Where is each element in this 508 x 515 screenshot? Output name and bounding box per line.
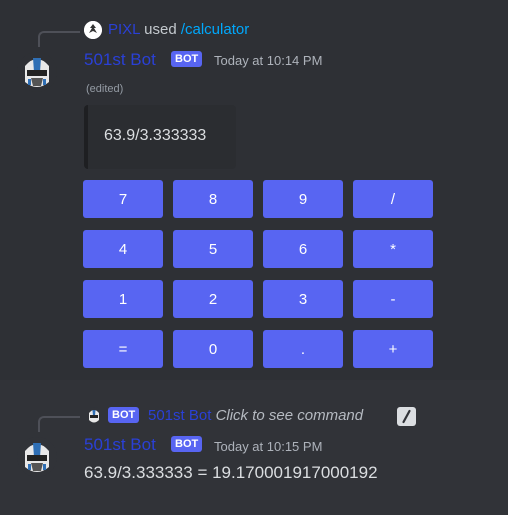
key-multiply-button[interactable]: *: [353, 230, 433, 268]
key-equals-button[interactable]: =: [83, 330, 163, 368]
referenced-user-avatar[interactable]: [84, 21, 102, 39]
referenced-bot-avatar[interactable]: [85, 407, 103, 425]
key-decimal-button[interactable]: .: [263, 330, 343, 368]
calculator-embed: 63.9/3.333333: [84, 105, 236, 169]
key-8-button[interactable]: 8: [173, 180, 253, 218]
referenced-username[interactable]: PIXL: [108, 21, 140, 38]
referenced-bot-username[interactable]: 501st Bot: [148, 407, 211, 424]
bot-username[interactable]: 501st Bot: [84, 434, 156, 456]
slash-command-icon[interactable]: [397, 407, 416, 426]
key-1-button[interactable]: 1: [83, 280, 163, 318]
key-add-button[interactable]: +: [353, 330, 433, 368]
bot-avatar[interactable]: [17, 437, 57, 477]
reply-connector: [38, 31, 80, 47]
bot-badge: BOT: [171, 51, 203, 67]
key-7-button[interactable]: 7: [83, 180, 163, 218]
calculator-display: 63.9/3.333333: [104, 127, 207, 144]
key-2-button[interactable]: 2: [173, 280, 253, 318]
command-reference[interactable]: PIXL used /calculator: [108, 20, 249, 40]
interaction-reference[interactable]: 501st Bot Click to see command: [148, 406, 363, 426]
result-text: 63.9/3.333333 = 19.170001917000192: [84, 463, 378, 482]
edited-label: (edited): [86, 83, 124, 95]
key-3-button[interactable]: 3: [263, 280, 343, 318]
key-6-button[interactable]: 6: [263, 230, 343, 268]
reply-connector: [38, 416, 80, 432]
key-9-button[interactable]: 9: [263, 180, 343, 218]
calculator-message: PIXL used /calculator 501st Bot BOT Toda…: [0, 0, 508, 380]
slash-command-link[interactable]: /calculator: [181, 21, 249, 38]
message-timestamp[interactable]: Today at 10:14 PM: [214, 52, 322, 70]
reference-used-text: used: [144, 21, 177, 38]
message-timestamp[interactable]: Today at 10:15 PM: [214, 438, 322, 456]
bot-avatar[interactable]: [17, 52, 57, 92]
key-subtract-button[interactable]: -: [353, 280, 433, 318]
bot-badge: BOT: [171, 436, 203, 452]
see-command-hint[interactable]: Click to see command: [216, 407, 364, 424]
key-0-button[interactable]: 0: [173, 330, 253, 368]
key-divide-button[interactable]: /: [353, 180, 433, 218]
result-message: BOT 501st Bot Click to see command 501st…: [0, 380, 508, 515]
bot-username[interactable]: 501st Bot: [84, 49, 156, 71]
referenced-bot-badge: BOT: [108, 407, 140, 423]
key-4-button[interactable]: 4: [83, 230, 163, 268]
key-5-button[interactable]: 5: [173, 230, 253, 268]
